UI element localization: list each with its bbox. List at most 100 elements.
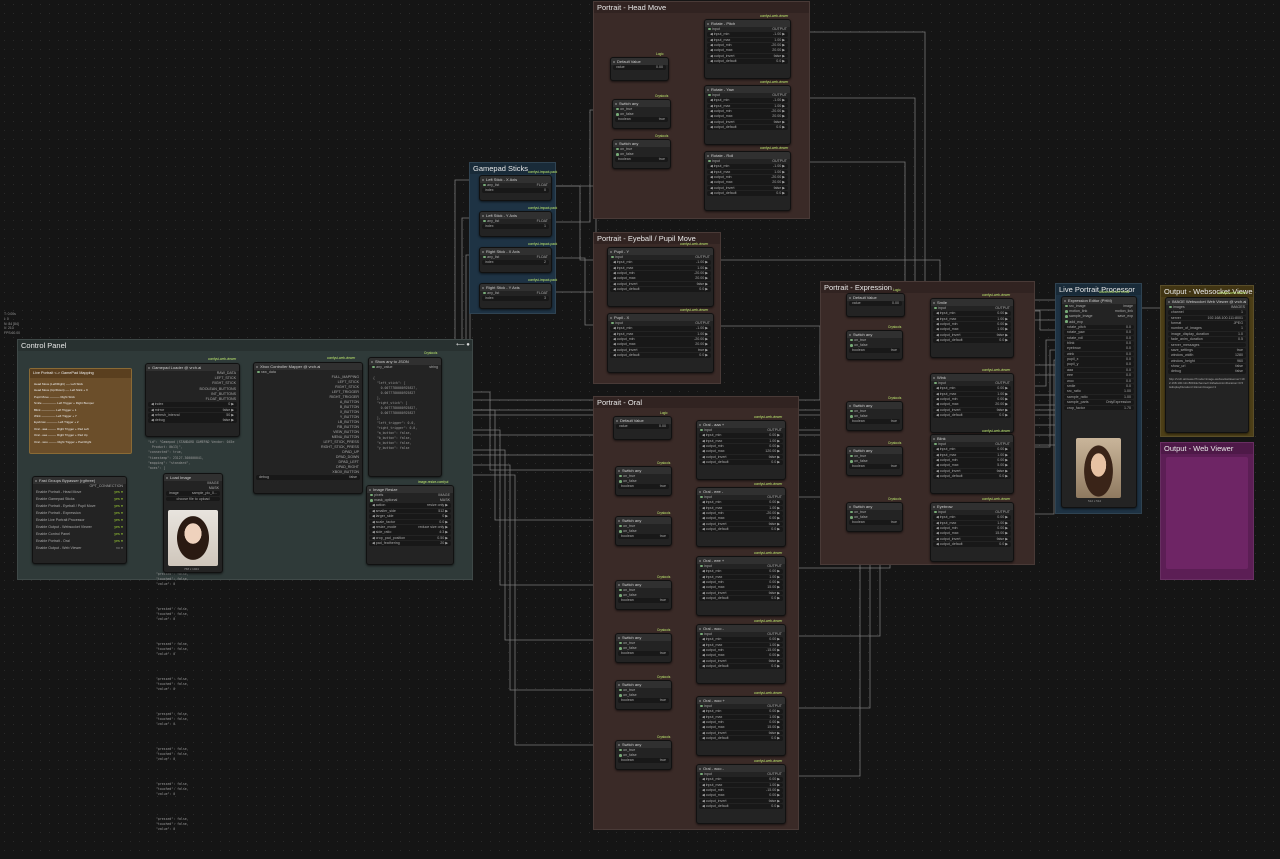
fast-groups-bypasser-node[interactable]: Fast Groups Bypasser (rgthree) OPT_CONNE… (32, 476, 127, 564)
pupil-x-node[interactable]: Pupil - Xinput OUTPUT ◀ input_min -1.00 ▶ ◀ … (607, 313, 714, 373)
boolean-widget[interactable]: boolean true (849, 348, 900, 353)
param-server-messages[interactable]: server_messages (1168, 342, 1246, 348)
mapping-node-blink[interactable]: Blink input OUTPUT ◀ input_min 0.00 ▶ ◀ input… (930, 434, 1014, 494)
index-widget[interactable]: index 2 (482, 260, 549, 265)
param-output-min[interactable]: ◀ output_min -20.00 ▶ (610, 336, 711, 342)
boolean-widget[interactable]: boolean true (849, 419, 900, 424)
param-output-default[interactable]: ◀ output_default 0.0 ▶ (699, 736, 783, 741)
param-output-min[interactable]: ◀ output_min -20.00 ▶ (610, 270, 711, 276)
param-input-max[interactable]: ◀ input_max 1.00 ▶ (699, 574, 783, 580)
param-output-max[interactable]: ◀ output_max 120.00 ▶ (699, 449, 783, 454)
gamepad-axis-node[interactable]: Right Stick - X Axis any_list FLOAT index 2 (479, 247, 552, 273)
param-window-height[interactable]: window_height 960 (1168, 358, 1246, 364)
param-input-min[interactable]: ◀ input_min -1.00 ▶ (610, 260, 711, 265)
image-file-widget[interactable]: image sample_pic_0... (166, 491, 220, 496)
param-input-min[interactable]: ◀ input_min 0.00 ▶ (933, 515, 1011, 520)
param-wink[interactable]: wink 0.0 (1064, 351, 1134, 357)
param-output-default[interactable]: ◀ output_default 0.0 ▶ (933, 474, 1011, 479)
param-refresh-interval[interactable]: ◀ refresh_interval 50 ▶ (148, 412, 237, 418)
param-output-min[interactable]: ◀ output_min 0.00 ▶ (933, 457, 1011, 463)
param-output-default[interactable]: ◀ output_default 0.0 ▶ (610, 353, 711, 358)
param-smaller-side[interactable]: ◀ smaller_side 512 ▶ (369, 508, 451, 514)
param-channel[interactable]: channel 1 (1168, 310, 1246, 315)
toggle-value[interactable]: no ● (116, 545, 123, 552)
param-input-max[interactable]: ◀ input_max 1.00 ▶ (933, 316, 1011, 322)
param-scale-factor[interactable]: ◀ scale_factor 0.0 ▶ (369, 519, 451, 525)
param-output-default[interactable]: ◀ output_default 0.0 ▶ (699, 596, 783, 601)
switch-any-node[interactable]: Switch any on_true on_false boolean true (846, 330, 903, 360)
value-widget[interactable]: value 0.00 (613, 65, 666, 70)
switch-any-node[interactable]: Switch any on_true on_false boolean true (615, 580, 672, 610)
value-widget[interactable]: value 0.00 (616, 424, 669, 429)
switch-any-node[interactable]: Switch any on_true on_false boolean true (612, 139, 671, 169)
param-save-settings[interactable]: save_settings true (1168, 347, 1246, 353)
gamepad-axis-node[interactable]: Left Stick - Y Axis any_list FLOAT index 1 (479, 211, 552, 237)
mapping-node-eyebrow[interactable]: Eyebrow input OUTPUT ◀ input_min 0.00 ▶ ◀ inp… (930, 502, 1014, 562)
xbox-controller-mapper-node[interactable]: Xbox Controller Mapper @ vrch.ai raw_dat… (253, 362, 363, 494)
param-output-max[interactable]: ◀ output_max 0.00 ▶ (699, 793, 783, 798)
param-pupil-y[interactable]: pupil_y 0.0 (1064, 362, 1134, 368)
image-resize-node[interactable]: Image Resize pixels IMAGE mask_optional MAS… (366, 485, 454, 565)
param-input-max[interactable]: ◀ input_max 1.00 ▶ (699, 714, 783, 720)
param-input-max[interactable]: ◀ input_max 1.00 ▶ (699, 642, 783, 648)
param-side-ratio[interactable]: ◀ side_ratio 4:3 ▶ (369, 530, 451, 535)
param-output-min[interactable]: ◀ output_min 0.00 ▶ (699, 443, 783, 449)
param-output-default[interactable]: ◀ output_default 0.0 ▶ (610, 287, 711, 292)
param-output-min[interactable]: ◀ output_min -20.00 ▶ (699, 510, 783, 516)
param-output-min[interactable]: ◀ output_min -20.00 ▶ (707, 42, 788, 48)
param-eee[interactable]: eee 0.0 (1064, 373, 1134, 378)
param-input-max[interactable]: ◀ input_max 1.00 ▶ (699, 782, 783, 788)
index-widget[interactable]: index 3 (482, 296, 549, 301)
websocket-viewer-node[interactable]: IMAGE Websocket Web Viewer @ vrch.ai ima… (1165, 297, 1249, 433)
switch-any-node[interactable]: Switch any on_true on_false boolean true (846, 401, 903, 431)
mapping-node-oral-eee-[interactable]: Oral - eee + input OUTPUT ◀ input_min 0.00 ▶… (696, 556, 786, 616)
param-number-of-images[interactable]: number_of_images 1 (1168, 326, 1246, 331)
group-toggle-enable-portrait-expression[interactable]: Enable Portrait - Expression yes ● (33, 510, 126, 517)
boolean-widget[interactable]: boolean true (618, 484, 669, 489)
group-toggle-enable-portrait-head-move[interactable]: Enable Portrait - Head Move yes ● (33, 489, 126, 496)
param-output-invert[interactable]: ◀ output_invert false ▶ (699, 730, 783, 736)
param-output-invert[interactable]: ◀ output_invert false ▶ (699, 454, 783, 460)
param-output-max[interactable]: ◀ output_max 20.00 ▶ (933, 402, 1011, 407)
param-output-min[interactable]: ◀ output_min -20.00 ▶ (707, 174, 788, 180)
param-output-invert[interactable]: ◀ output_invert false ▶ (933, 468, 1011, 474)
param-output-max[interactable]: ◀ output_max 15.00 ▶ (699, 585, 783, 590)
rotate-pitch-node[interactable]: Rotate - Pitch input OUTPUT ◀ input_min -1.0… (704, 19, 791, 79)
toggle-value[interactable]: yes ● (114, 503, 123, 510)
param-debug[interactable]: ◀ debug false ▶ (148, 418, 237, 423)
param-input-min[interactable]: ◀ input_min 0.00 ▶ (699, 709, 783, 714)
param-input-max[interactable]: ◀ input_max 1.00 ▶ (699, 438, 783, 444)
node-canvas[interactable]: T: 0.00s I: 0 N: 84 [84] V: 210 FPS:60.0… (0, 0, 1280, 859)
param-show-url[interactable]: show_url false (1168, 364, 1246, 369)
param-crop-pad-position[interactable]: ◀ crop_pad_position 0.50 ▶ (369, 535, 451, 541)
param-output-default[interactable]: ◀ output_default 0.0 ▶ (707, 191, 788, 196)
param-action[interactable]: ◀ action resize only ▶ (369, 503, 451, 508)
param-rotate-roll[interactable]: rotate_roll 0.0 (1064, 335, 1134, 341)
web-viewer-node-bypassed[interactable] (1166, 457, 1248, 569)
group-toggle-enable-live-portrait-processor[interactable]: Enable Live Portrait Processor yes ● (33, 517, 126, 524)
param-input-min[interactable]: ◀ input_min -1.00 ▶ (610, 326, 711, 331)
rotate-yaw-node[interactable]: Rotate - Yaw input OUTPUT ◀ input_min -1.00 … (704, 85, 791, 145)
switch-any-node[interactable]: Switch any on_true on_false boolean true (846, 446, 903, 476)
param-output-invert[interactable]: ◀ output_invert false ▶ (933, 407, 1011, 413)
param-server[interactable]: server 192.168.100.111:8001 (1168, 315, 1246, 321)
param-input-min[interactable]: ◀ input_min 0.00 ▶ (699, 500, 783, 505)
param-output-max[interactable]: ◀ output_max 20.00 ▶ (610, 276, 711, 281)
mapping-node-oral-aaa-[interactable]: Oral - aaa + input OUTPUT ◀ input_min 0.00 ▶… (696, 420, 786, 480)
param-input-max[interactable]: ◀ input_max 1.00 ▶ (707, 37, 788, 43)
param-output-default[interactable]: ◀ output_default 0.0 ▶ (707, 125, 788, 130)
param-output-invert[interactable]: ◀ output_invert false ▶ (707, 119, 788, 125)
param-output-invert[interactable]: ◀ output_invert false ▶ (933, 536, 1011, 542)
switch-any-node[interactable]: Switch any on_true on_false boolean true (615, 740, 672, 770)
param-output-min[interactable]: ◀ output_min 0.00 ▶ (933, 321, 1011, 327)
debug-widget[interactable]: debug false (256, 475, 360, 480)
boolean-widget[interactable]: boolean true (618, 651, 669, 656)
switch-any-node[interactable]: Switch any on_true on_false boolean true (615, 466, 672, 496)
param-blink[interactable]: blink 0.0 (1064, 340, 1134, 346)
switch-any-node[interactable]: Switch any on_true on_false boolean true (846, 502, 903, 532)
group-toggle-enable-output-websocket-viewer[interactable]: Enable Output - Websocket Viewer yes ● (33, 524, 126, 531)
param-rotate-pitch[interactable]: rotate_pitch 0.0 (1064, 324, 1134, 330)
param-sample-parts[interactable]: sample_parts OnlyExpression (1064, 400, 1134, 405)
group-toggle-enable-output-web-viewer[interactable]: Enable Output - Web Viewer no ● (33, 545, 126, 552)
param-output-default[interactable]: ◀ output_default 0.0 ▶ (933, 338, 1011, 343)
